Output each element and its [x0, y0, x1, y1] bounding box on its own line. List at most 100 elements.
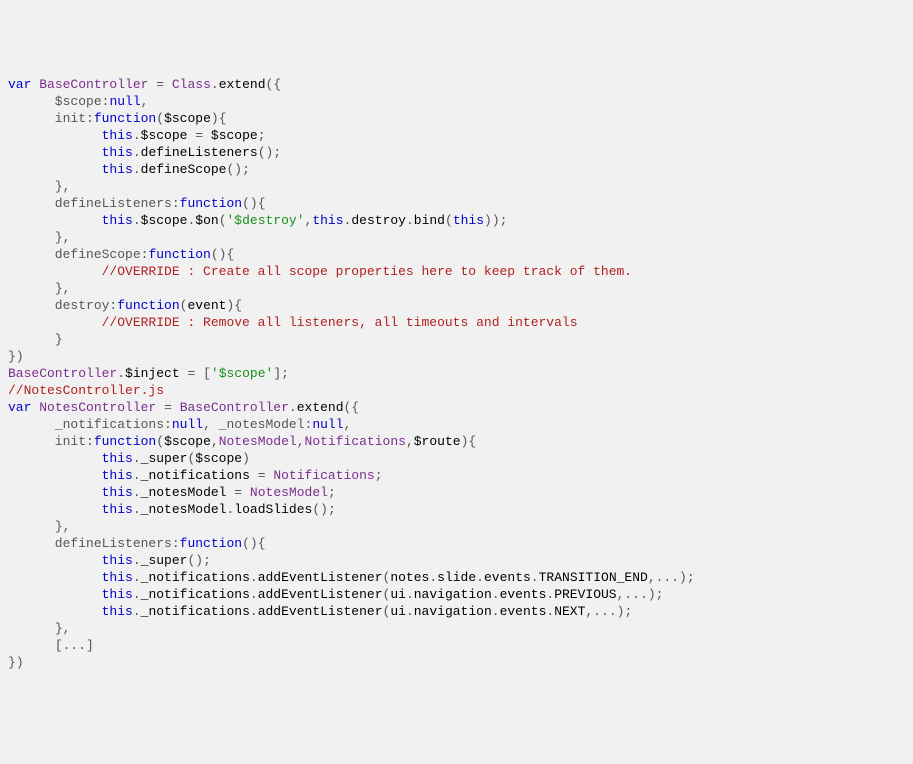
- code-token: ,...: [617, 587, 648, 602]
- code-token: _notifications: [141, 468, 250, 483]
- code-token: [8, 162, 102, 177]
- code-line: destroy:function(event){: [8, 297, 905, 314]
- code-token: ): [484, 213, 492, 228]
- code-token: defineListeners: [8, 536, 172, 551]
- code-token: this: [102, 128, 133, 143]
- code-token: this: [102, 145, 133, 160]
- code-token: ;: [328, 485, 336, 500]
- code-line: },: [8, 620, 905, 637]
- code-token: }: [8, 349, 16, 364]
- code-token: [8, 281, 55, 296]
- code-token: [8, 315, 102, 330]
- code-token: (: [242, 196, 250, 211]
- code-token: =: [234, 485, 242, 500]
- code-token: null: [312, 417, 343, 432]
- code-token: (: [211, 247, 219, 262]
- code-token: .: [133, 162, 141, 177]
- code-token: ui: [390, 587, 406, 602]
- code-token: init: [8, 111, 86, 126]
- code-token: =: [164, 400, 172, 415]
- code-token: [8, 638, 55, 653]
- code-token: [8, 553, 102, 568]
- code-token: ]: [86, 638, 94, 653]
- code-line: this.defineListeners();: [8, 144, 905, 161]
- code-token: this: [102, 213, 133, 228]
- code-token: ): [648, 587, 656, 602]
- code-token: (: [383, 587, 391, 602]
- code-line: this._notifications = Notifications;: [8, 467, 905, 484]
- code-token: defineScope: [8, 247, 141, 262]
- code-token: this: [102, 587, 133, 602]
- code-line: var NotesController = BaseController.ext…: [8, 399, 905, 416]
- code-token: this: [102, 485, 133, 500]
- code-line: BaseController.$inject = ['$scope'];: [8, 365, 905, 382]
- code-token: .: [406, 213, 414, 228]
- code-token: (: [156, 111, 164, 126]
- code-token: [8, 451, 102, 466]
- code-token: $scope: [195, 451, 242, 466]
- code-line: //NotesController.js: [8, 382, 905, 399]
- code-token: (: [156, 434, 164, 449]
- code-line: this._notesModel.loadSlides();: [8, 501, 905, 518]
- code-token: $inject: [125, 366, 180, 381]
- code-token: .: [492, 587, 500, 602]
- code-token: ,: [406, 434, 414, 449]
- code-token: bind: [414, 213, 445, 228]
- code-token: events: [484, 570, 531, 585]
- code-token: .: [133, 128, 141, 143]
- code-token: [8, 621, 55, 636]
- code-token: {: [234, 298, 242, 313]
- code-token: BaseController: [39, 77, 148, 92]
- code-token: .: [406, 604, 414, 619]
- code-token: navigation: [414, 587, 492, 602]
- code-token: this: [102, 570, 133, 585]
- code-token: _notifications: [141, 604, 250, 619]
- code-line: init:function($scope,NotesModel,Notifica…: [8, 433, 905, 450]
- code-token: ;: [656, 587, 664, 602]
- code-token: NEXT: [554, 604, 585, 619]
- code-token: function: [180, 536, 242, 551]
- code-token: ): [617, 604, 625, 619]
- code-line: init:function($scope){: [8, 110, 905, 127]
- code-token: ): [195, 553, 203, 568]
- code-token: }: [55, 519, 63, 534]
- code-token: .: [133, 604, 141, 619]
- code-token: .: [133, 213, 141, 228]
- code-token: [8, 264, 102, 279]
- code-token: :: [172, 196, 180, 211]
- code-token: .: [546, 604, 554, 619]
- code-token: _super: [141, 451, 188, 466]
- code-token: ): [211, 111, 219, 126]
- code-token: ,: [211, 434, 219, 449]
- code-token: (: [242, 536, 250, 551]
- code-token: ): [679, 570, 687, 585]
- code-token: loadSlides: [234, 502, 312, 517]
- code-token: ...: [63, 638, 86, 653]
- code-token: .: [531, 570, 539, 585]
- code-token: ): [492, 213, 500, 228]
- code-token: addEventListener: [258, 587, 383, 602]
- code-token: =: [156, 77, 164, 92]
- code-token: ;: [624, 604, 632, 619]
- code-token: :: [86, 434, 94, 449]
- code-token: [: [55, 638, 63, 653]
- code-token: ;: [203, 553, 211, 568]
- code-token: }: [55, 281, 63, 296]
- code-token: NotesModel: [219, 434, 297, 449]
- code-token: ,: [63, 281, 71, 296]
- code-token: ): [16, 349, 24, 364]
- code-token: (: [258, 145, 266, 160]
- code-token: TRANSITION_END: [539, 570, 648, 585]
- code-line: },: [8, 178, 905, 195]
- code-token: ;: [281, 366, 289, 381]
- code-token: this: [102, 162, 133, 177]
- code-line: this._super();: [8, 552, 905, 569]
- code-token: {: [258, 196, 266, 211]
- code-token: ;: [375, 468, 383, 483]
- code-token: [: [203, 366, 211, 381]
- code-token: NotesModel: [250, 485, 328, 500]
- code-token: addEventListener: [258, 604, 383, 619]
- code-token: $scope: [141, 128, 188, 143]
- code-token: function: [94, 111, 156, 126]
- code-line: }): [8, 654, 905, 671]
